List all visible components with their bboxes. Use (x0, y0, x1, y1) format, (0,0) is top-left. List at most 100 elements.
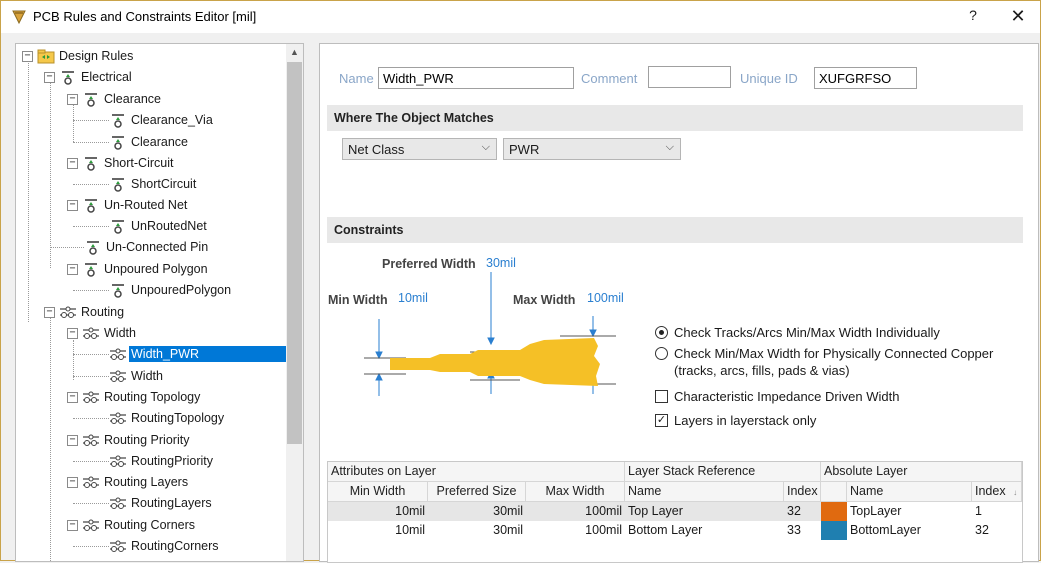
radio-button[interactable] (655, 326, 668, 339)
option-check-connected-copper[interactable]: Check Min/Max Width for Physically Conne… (655, 346, 993, 378)
column-header-color[interactable] (821, 482, 847, 502)
tree-item-routinglayers[interactable]: RoutingLayers (109, 493, 214, 513)
rules-tree[interactable]: − Design Rules − Electrical − Clearance … (15, 43, 304, 562)
tree-item-width-category[interactable]: − Width (67, 323, 138, 343)
collapse-toggle[interactable]: − (22, 50, 33, 62)
cell-ref-name: Bottom Layer (628, 523, 703, 537)
collapse-toggle[interactable]: − (67, 157, 78, 169)
name-input[interactable] (378, 67, 574, 89)
window-title: PCB Rules and Constraints Editor [mil] (33, 9, 257, 24)
unrouted-net-rule-icon (112, 220, 124, 234)
tree-item-routingpriority[interactable]: RoutingPriority (109, 451, 215, 471)
where-object-matches-heading: Where The Object Matches (327, 105, 1023, 131)
tree-item-clearance-category[interactable]: − Clearance (67, 89, 163, 109)
collapse-toggle[interactable]: − (67, 93, 78, 105)
tree-item-clearance-via[interactable]: Clearance_Via (109, 110, 215, 130)
title-bar: PCB Rules and Constraints Editor [mil] ?… (1, 1, 1040, 33)
checkbox[interactable]: ✓ (655, 414, 668, 427)
tree-item-routingtopology[interactable]: RoutingTopology (109, 408, 226, 428)
group-header-absolute-layer: Absolute Layer (821, 462, 1022, 482)
unique-id-input[interactable] (814, 67, 917, 89)
unrouted-net-rule-icon (85, 199, 97, 213)
collapse-toggle[interactable]: − (67, 434, 78, 446)
column-header-abs-index[interactable]: Index ↓ (972, 482, 1022, 502)
tree-item-unroutednet[interactable]: UnRoutedNet (109, 216, 209, 236)
column-header-min-width[interactable]: Min Width (328, 482, 428, 502)
checkbox[interactable] (655, 390, 668, 403)
app-icon (12, 10, 26, 25)
cell-ref-name: Top Layer (628, 504, 683, 518)
column-header-ref-index[interactable]: Index (784, 482, 821, 502)
tree-item-routing-corners-category[interactable]: − Routing Corners (67, 515, 197, 535)
collapse-toggle[interactable]: − (67, 391, 78, 403)
tree-line (73, 376, 109, 377)
cell-preferred-size: 30mil (493, 504, 523, 518)
collapse-toggle[interactable]: − (67, 199, 78, 211)
short-circuit-rule-icon (112, 178, 124, 192)
layer-attributes-grid[interactable]: Attributes on Layer Layer Stack Referenc… (327, 461, 1023, 563)
tree-item-routing[interactable]: − Routing (44, 302, 126, 322)
tree-item-unpoured-polygon-category[interactable]: − Unpoured Polygon (67, 259, 210, 279)
tree-item-label: Routing Priority (104, 433, 190, 447)
tree-item-routing-priority-category[interactable]: − Routing Priority (67, 430, 191, 450)
tree-item-label: RoutingTopology (131, 411, 225, 425)
collapse-toggle[interactable]: − (44, 306, 55, 318)
tree-item-short-circuit-category[interactable]: − Short-Circuit (67, 153, 175, 173)
collapse-toggle[interactable]: − (67, 327, 78, 339)
tree-item-routing-layers-category[interactable]: − Routing Layers (67, 472, 190, 492)
tree-item-label: Design Rules (59, 49, 134, 63)
column-header-abs-name[interactable]: Name (847, 482, 972, 502)
tree-item-design-rules[interactable]: − Design Rules (22, 46, 135, 66)
track-width-diagram (364, 272, 616, 396)
option-layers-in-layerstack[interactable]: ✓ Layers in layerstack only (655, 413, 816, 428)
tree-line (50, 318, 51, 561)
match-value-select[interactable]: PWR ⌵ (503, 138, 681, 160)
tree-item-label: Routing (81, 305, 125, 319)
comment-label: Comment (581, 71, 638, 86)
column-header-preferred-size[interactable]: Preferred Size (428, 482, 526, 502)
match-type-select[interactable]: Net Class ⌵ (342, 138, 497, 160)
tree-line (73, 546, 109, 547)
column-header-max-width[interactable]: Max Width (526, 482, 625, 502)
collapse-toggle[interactable]: − (67, 263, 78, 275)
short-circuit-rule-icon (85, 157, 97, 171)
chevron-down-icon: ⌵ (665, 141, 674, 153)
cell-abs-index: 32 (975, 523, 989, 537)
scroll-up-arrow-icon[interactable]: ▲ (286, 44, 303, 61)
tree-item-unpouredpolygon[interactable]: UnpouredPolygon (109, 280, 233, 300)
cell-max-width: 100mil (585, 504, 622, 518)
tree-item-label: ShortCircuit (131, 177, 197, 191)
option-impedance-driven-width[interactable]: Characteristic Impedance Driven Width (655, 389, 899, 404)
tree-line (28, 60, 29, 322)
help-button[interactable]: ? (963, 7, 983, 27)
tree-item-unrouted-net-category[interactable]: − Un-Routed Net (67, 195, 189, 215)
routing-corners-rule-icon (83, 519, 99, 531)
tree-item-routingcorners[interactable]: RoutingCorners (109, 536, 221, 556)
cell-abs-name: TopLayer (847, 502, 972, 521)
tree-item-width-pwr[interactable]: Width_PWR (109, 344, 287, 364)
routing-layers-rule-icon (83, 476, 99, 488)
cell-preferred-size: 30mil (493, 523, 523, 537)
option-check-individually[interactable]: Check Tracks/Arcs Min/Max Width Individu… (655, 325, 940, 340)
close-button[interactable]: ✕ (1005, 5, 1031, 29)
option-label: Layers in layerstack only (674, 413, 817, 428)
tree-item-shortcircuit[interactable]: ShortCircuit (109, 174, 198, 194)
collapse-toggle[interactable]: − (67, 476, 78, 488)
tree-item-routing-topology-category[interactable]: − Routing Topology (67, 387, 202, 407)
tree-item-width[interactable]: Width (109, 366, 165, 386)
tree-item-label: Unpoured Polygon (104, 262, 208, 276)
scroll-thumb[interactable] (287, 62, 302, 444)
column-header-ref-name[interactable]: Name (625, 482, 784, 502)
cell-ref-index: 33 (787, 523, 801, 537)
tree-item-clearance[interactable]: Clearance (109, 132, 190, 152)
tree-scrollbar[interactable]: ▲ (286, 44, 303, 561)
tree-item-label: Un-Routed Net (104, 198, 188, 212)
tree-item-unconnected-pin[interactable]: Un-Connected Pin (84, 237, 210, 257)
cell-ref-index: 32 (787, 504, 801, 518)
tree-item-electrical[interactable]: − Electrical (44, 67, 134, 87)
routing-rule-icon (60, 306, 76, 318)
collapse-toggle[interactable]: − (44, 71, 55, 83)
comment-input[interactable] (648, 66, 731, 88)
radio-button[interactable] (655, 347, 668, 360)
collapse-toggle[interactable]: − (67, 519, 78, 531)
